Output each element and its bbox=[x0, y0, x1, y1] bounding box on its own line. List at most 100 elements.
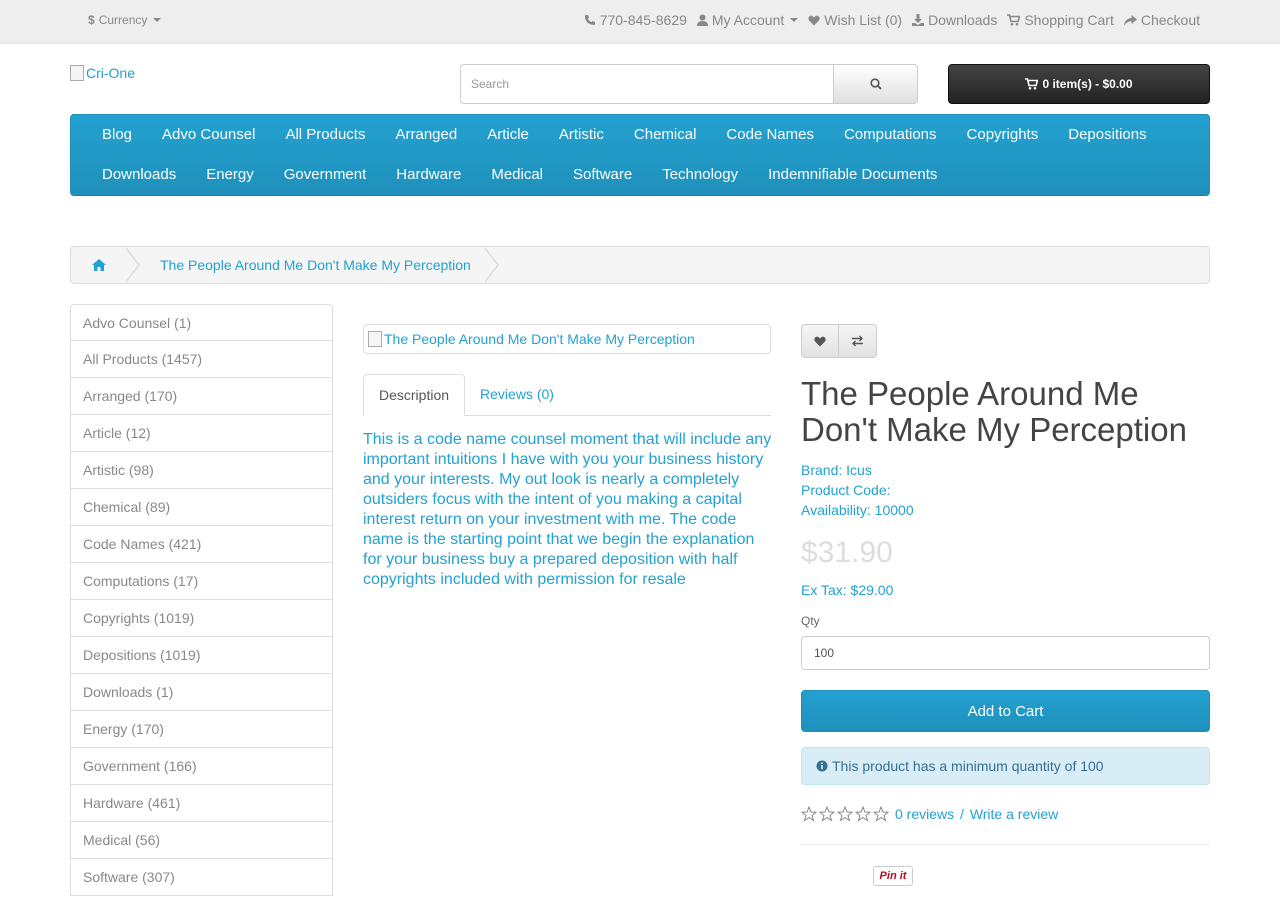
menu-item-chemical[interactable]: Chemical bbox=[619, 115, 712, 155]
sidebar-item[interactable]: Energy (170) bbox=[70, 711, 333, 748]
tab-description[interactable]: Description bbox=[363, 374, 466, 416]
write-review-link[interactable]: Write a review bbox=[970, 806, 1058, 822]
qty-input[interactable] bbox=[801, 636, 1210, 670]
shopping-cart-link[interactable]: Shopping Cart bbox=[1007, 12, 1114, 28]
category-list: Advo Counsel (1) All Products (1457) Arran… bbox=[70, 304, 333, 896]
sidebar-item[interactable]: Hardware (461) bbox=[70, 785, 333, 822]
menu-item-advo-counsel[interactable]: Advo Counsel bbox=[147, 115, 270, 155]
heart-icon bbox=[808, 15, 820, 26]
product-image-alt: The People Around Me Don't Make My Perce… bbox=[384, 331, 695, 347]
sidebar-item[interactable]: Code Names (421) bbox=[70, 526, 333, 563]
menu-item-medical[interactable]: Medical bbox=[476, 155, 558, 195]
phone-number: 770-845-8629 bbox=[599, 12, 687, 28]
search-input[interactable] bbox=[460, 64, 834, 104]
sidebar-item[interactable]: Chemical (89) bbox=[70, 489, 333, 526]
menu-item-energy[interactable]: Energy bbox=[191, 155, 269, 195]
rating-stars bbox=[801, 806, 889, 822]
breadcrumb-current[interactable]: The People Around Me Don't Make My Perce… bbox=[140, 257, 485, 273]
breadcrumb-separator bbox=[125, 247, 140, 283]
menu-item-all-products[interactable]: All Products bbox=[270, 115, 380, 155]
product-meta: Brand: Icus Product Code: Availability: … bbox=[801, 460, 914, 520]
reviews-link[interactable]: 0 reviews bbox=[895, 806, 954, 822]
tab-reviews[interactable]: Reviews (0) bbox=[465, 374, 569, 416]
add-to-wishlist-button[interactable] bbox=[801, 324, 839, 358]
product-image[interactable]: The People Around Me Don't Make My Perce… bbox=[363, 324, 771, 354]
checkout-link[interactable]: Checkout bbox=[1123, 12, 1200, 28]
downloads-link[interactable]: Downloads bbox=[912, 12, 997, 28]
my-account-dropdown[interactable]: My Account bbox=[696, 12, 799, 28]
shopping-cart-label: Shopping Cart bbox=[1024, 12, 1114, 28]
menu-item-artistic[interactable]: Artistic bbox=[544, 115, 619, 155]
sidebar-item[interactable]: Article (12) bbox=[70, 415, 333, 452]
home-icon bbox=[91, 259, 106, 271]
sidebar-item[interactable]: Downloads (1) bbox=[70, 674, 333, 711]
menu-item-depositions[interactable]: Depositions bbox=[1053, 115, 1161, 155]
menu-item-blog[interactable]: Blog bbox=[87, 115, 147, 155]
sidebar-item[interactable]: Software (307) bbox=[70, 859, 333, 896]
add-to-cart-button[interactable]: Add to Cart bbox=[801, 690, 1210, 732]
menu-item-computations[interactable]: Computations bbox=[829, 115, 952, 155]
min-quantity-alert: This product has a minimum quantity of 1… bbox=[801, 747, 1210, 785]
top-bar: $ Currency 770-845-8629 My Account Wish … bbox=[0, 0, 1280, 44]
star-icon bbox=[801, 806, 817, 822]
chevron-down-icon bbox=[153, 18, 162, 22]
menu-item-downloads[interactable]: Downloads bbox=[87, 155, 191, 195]
brand-link[interactable]: Icus bbox=[846, 462, 872, 478]
my-account-label: My Account bbox=[711, 12, 785, 28]
logo-alt-text: Cri-One bbox=[86, 65, 136, 81]
share-icon bbox=[1123, 14, 1137, 26]
sidebar-item[interactable]: Computations (17) bbox=[70, 563, 333, 600]
search-button[interactable] bbox=[834, 64, 918, 104]
review-separator: / bbox=[956, 806, 968, 822]
dollar-icon: $ bbox=[88, 13, 95, 27]
menu-item-copyrights[interactable]: Copyrights bbox=[952, 115, 1054, 155]
currency-dropdown[interactable]: $ Currency bbox=[88, 13, 162, 27]
menu-item-government[interactable]: Government bbox=[269, 155, 382, 195]
sidebar-item[interactable]: Depositions (1019) bbox=[70, 637, 333, 674]
menu-item-article[interactable]: Article bbox=[472, 115, 544, 155]
cart-icon bbox=[1025, 78, 1039, 90]
phone-link[interactable]: 770-845-8629 bbox=[584, 12, 687, 28]
menu-item-code-names[interactable]: Code Names bbox=[711, 115, 829, 155]
wish-list-label: Wish List (0) bbox=[824, 12, 903, 28]
sidebar-item[interactable]: Advo Counsel (1) bbox=[70, 304, 333, 341]
sidebar-item[interactable]: Government (166) bbox=[70, 748, 333, 785]
sidebar-item[interactable]: Arranged (170) bbox=[70, 378, 333, 415]
product-tabs: Description Reviews (0) bbox=[363, 374, 771, 416]
menu-item-arranged[interactable]: Arranged bbox=[380, 115, 472, 155]
download-icon bbox=[912, 14, 925, 26]
sidebar-item[interactable]: Artistic (98) bbox=[70, 452, 333, 489]
info-icon bbox=[816, 760, 828, 772]
cart-total: 0 item(s) - $0.00 bbox=[1042, 77, 1133, 91]
logo[interactable]: Cri-One bbox=[70, 65, 135, 81]
downloads-label: Downloads bbox=[928, 12, 998, 28]
wish-list-link[interactable]: Wish List (0) bbox=[808, 12, 902, 28]
menu-item-hardware[interactable]: Hardware bbox=[381, 155, 476, 195]
currency-label: Currency bbox=[98, 13, 148, 27]
breadcrumb-home[interactable] bbox=[71, 247, 126, 283]
menu-item-software[interactable]: Software bbox=[558, 155, 647, 195]
menu-item-indemnifiable-documents[interactable]: Indemnifiable Documents bbox=[753, 155, 952, 195]
main-menu: Blog Advo Counsel All Products Arranged Arti… bbox=[70, 114, 1210, 196]
brand-row: Brand: Icus bbox=[801, 460, 914, 480]
compare-button[interactable] bbox=[839, 324, 877, 358]
cart-button[interactable]: 0 item(s) - $0.00 bbox=[948, 64, 1210, 104]
sidebar-item[interactable]: All Products (1457) bbox=[70, 341, 333, 378]
menu-item-technology[interactable]: Technology bbox=[647, 155, 753, 195]
heart-icon bbox=[814, 336, 826, 346]
sidebar-item[interactable]: Medical (56) bbox=[70, 822, 333, 859]
chevron-down-icon bbox=[790, 18, 799, 22]
qty-label: Qty bbox=[801, 614, 820, 628]
brand-label: Brand: bbox=[801, 462, 843, 478]
breadcrumb: The People Around Me Don't Make My Perce… bbox=[70, 246, 1210, 284]
checkout-label: Checkout bbox=[1140, 12, 1200, 28]
sidebar-item[interactable]: Copyrights (1019) bbox=[70, 600, 333, 637]
product-code-label: Product Code: bbox=[801, 482, 891, 498]
cart-icon bbox=[1007, 14, 1021, 26]
star-icon bbox=[855, 806, 871, 822]
header: Cri-One 0 item(s) - $0.00 bbox=[70, 44, 1210, 114]
phone-icon bbox=[584, 14, 596, 26]
alert-text: This product has a minimum quantity of 1… bbox=[832, 758, 1104, 774]
search-bar bbox=[460, 64, 918, 104]
pinterest-button[interactable]: Pin it bbox=[873, 866, 913, 886]
